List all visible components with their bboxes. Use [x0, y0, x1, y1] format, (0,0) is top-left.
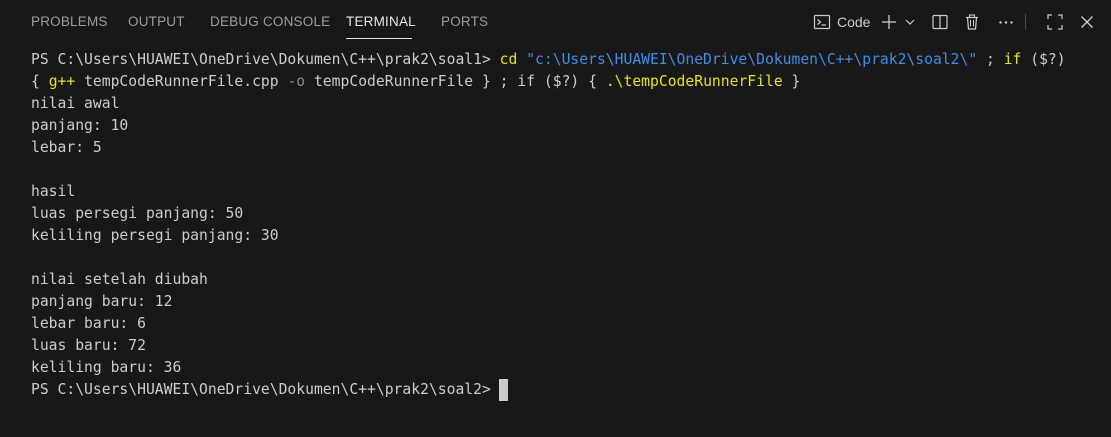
if-keyword: if	[1003, 51, 1022, 68]
condition: ($?)	[543, 73, 580, 90]
separator: ;	[490, 73, 518, 90]
terminal-name-label: Code	[837, 14, 871, 30]
brace: {	[588, 73, 597, 90]
command-line-1: PS C:\Users\HUAWEI\OneDrive\Dokumen\C++\…	[31, 49, 1066, 71]
panel-tab-bar: PROBLEMS OUTPUT DEBUG CONSOLE TERMINAL P…	[0, 0, 1111, 44]
output-line: nilai setelah diubah	[31, 271, 208, 288]
toolbar-divider	[1025, 14, 1026, 30]
chevron-down-icon	[905, 19, 915, 25]
terminal-selector-button[interactable]: Code	[813, 10, 870, 34]
output-line: keliling persegi panjang: 30	[31, 227, 279, 244]
output-line: nilai awal	[31, 95, 120, 112]
terminal-icon	[813, 14, 831, 30]
output-line: hasil	[31, 183, 76, 200]
split-terminal-button[interactable]	[931, 10, 949, 34]
close-icon	[1081, 16, 1093, 28]
maximize-icon	[1047, 14, 1063, 30]
output-flag: -o	[287, 73, 306, 90]
tab-problems[interactable]: PROBLEMS	[31, 13, 108, 31]
new-terminal-button[interactable]	[880, 10, 898, 34]
prompt-line[interactable]: PS C:\Users\HUAWEI\OneDrive\Dokumen\C++\…	[31, 379, 508, 401]
output-line: lebar baru: 6	[31, 315, 146, 332]
trash-icon	[966, 14, 978, 30]
brace: }	[482, 73, 491, 90]
separator: ;	[977, 51, 1004, 68]
prompt: PS C:\Users\HUAWEI\OneDrive\Dokumen\C++\…	[31, 51, 491, 68]
condition: ($?)	[1030, 51, 1066, 68]
source-file: tempCodeRunnerFile.cpp	[84, 73, 279, 90]
run-command: .\tempCodeRunnerFile	[605, 73, 783, 90]
brace: }	[791, 73, 801, 90]
tab-output[interactable]: OUTPUT	[128, 13, 185, 31]
terminal-panel: PROBLEMS OUTPUT DEBUG CONSOLE TERMINAL P…	[0, 0, 1111, 437]
if-keyword: if	[517, 73, 536, 90]
cd-command: cd	[499, 51, 518, 68]
terminal-cursor	[498, 379, 508, 401]
plus-icon	[882, 15, 896, 29]
output-line: panjang baru: 12	[31, 293, 173, 310]
tab-ports[interactable]: PORTS	[441, 13, 488, 31]
command-line-2: { g++ tempCodeRunnerFile.cpp -o tempCode…	[31, 71, 800, 93]
gpp-command: g++	[48, 73, 76, 90]
output-line: lebar: 5	[31, 139, 102, 156]
active-tab-indicator	[346, 38, 412, 39]
more-actions-button[interactable]	[997, 10, 1015, 34]
tab-debug-console[interactable]: DEBUG CONSOLE	[210, 13, 330, 31]
brace: {	[31, 73, 40, 90]
terminal-output[interactable]: PS C:\Users\HUAWEI\OneDrive\Dokumen\C++\…	[0, 48, 1111, 437]
output-line: luas persegi panjang: 50	[31, 205, 244, 222]
split-icon	[932, 14, 948, 30]
maximize-panel-button[interactable]	[1046, 10, 1064, 34]
launch-profile-dropdown[interactable]	[904, 10, 916, 34]
ellipsis-icon	[999, 21, 1013, 24]
prompt: PS C:\Users\HUAWEI\OneDrive\Dokumen\C++\…	[31, 381, 491, 398]
output-line: luas baru: 72	[31, 337, 146, 354]
kill-terminal-button[interactable]	[963, 10, 981, 34]
output-name: tempCodeRunnerFile	[313, 73, 474, 90]
output-line: panjang: 10	[31, 117, 129, 134]
cd-path: "c:\Users\HUAWEI\OneDrive\Dokumen\C++\pr…	[526, 51, 978, 68]
output-line: keliling baru: 36	[31, 359, 182, 376]
close-panel-button[interactable]	[1078, 10, 1096, 34]
tab-terminal[interactable]: TERMINAL	[346, 13, 416, 31]
